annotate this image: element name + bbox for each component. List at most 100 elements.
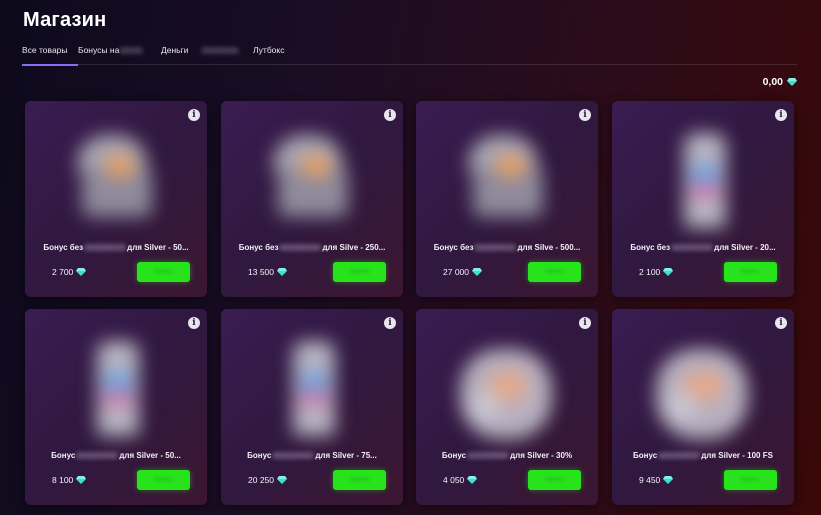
gem-icon <box>663 476 674 484</box>
gem-icon <box>467 476 478 484</box>
redacted-text <box>658 452 701 460</box>
product-price: 4 050 <box>443 475 478 485</box>
product-name-prefix: Бонус без <box>630 243 671 252</box>
buy-button-label: Купить <box>741 269 760 275</box>
redacted-text <box>474 244 517 252</box>
redacted-text <box>119 47 144 55</box>
redacted-text <box>467 452 510 460</box>
product-name-prefix: Бонус <box>51 451 76 460</box>
redacted-text <box>272 452 315 460</box>
buy-button-label: Купить <box>545 477 564 483</box>
product-name: Бонус для Silver - 100 FS <box>612 451 794 460</box>
product-price: 20 250 <box>248 475 287 485</box>
gem-icon <box>472 268 482 276</box>
product-name-suffix: для Silver - 50... <box>127 243 189 252</box>
product-card[interactable]: i Бонус без для Silve - 500... 27 000 Купить <box>416 101 598 297</box>
info-icon[interactable]: i <box>384 317 396 329</box>
product-price: 27 000 <box>443 267 482 277</box>
product-name: Бонус без для Silve - 500... <box>416 243 598 252</box>
tab-bonuses[interactable]: Бонусы на <box>78 40 161 65</box>
redacted-text <box>200 47 239 55</box>
tab-money[interactable]: Деньги <box>161 40 253 65</box>
product-image <box>654 123 750 231</box>
buy-button-label: Купить <box>545 269 564 275</box>
product-price: 13 500 <box>248 267 287 277</box>
gem-icon <box>277 476 287 484</box>
redacted-text <box>76 452 119 460</box>
info-icon[interactable]: i <box>188 317 200 329</box>
product-name: Бонус для Silver - 50... <box>25 451 207 460</box>
product-name: Бонус без для Silve - 250... <box>221 243 403 252</box>
product-price: 9 450 <box>639 475 674 485</box>
tab-all-items[interactable]: Все товары <box>22 40 78 66</box>
product-card[interactable]: i Бонус для Silver - 100 FS 9 450 Купить <box>612 309 794 505</box>
tab-label: Все товары <box>22 45 68 55</box>
price-value: 2 700 <box>52 267 74 277</box>
product-image <box>67 331 163 439</box>
product-image <box>263 123 359 231</box>
product-card[interactable]: i Бонус без для Silver - 20... 2 100 Купить <box>612 101 794 297</box>
product-name-prefix: Бонус без <box>433 243 474 252</box>
buy-button[interactable]: Купить <box>528 262 581 282</box>
tab-label: Деньги <box>161 45 189 55</box>
product-image <box>654 331 750 439</box>
redacted-text <box>671 244 714 252</box>
product-name-prefix: Бонус <box>441 451 467 460</box>
info-icon[interactable]: i <box>188 109 200 121</box>
product-name-prefix: Бонус без <box>238 243 279 252</box>
product-price: 8 100 <box>52 475 87 485</box>
buy-button[interactable]: Купить <box>137 262 190 282</box>
product-card[interactable]: i Бонус для Silver - 75... 20 250 Купить <box>221 309 403 505</box>
buy-button-label: Купить <box>350 477 369 483</box>
product-image <box>458 331 554 439</box>
tab-label: Бонусы на <box>78 45 120 55</box>
product-card[interactable]: i Бонус без для Silve - 250... 13 500 Купить <box>221 101 403 297</box>
gem-icon <box>663 268 674 276</box>
product-name-suffix: для Silver - 20... <box>714 243 776 252</box>
product-name-prefix: Бонус <box>247 451 272 460</box>
buy-button-label: Купить <box>154 269 173 275</box>
product-card[interactable]: i Бонус для Silver - 30% 4 050 Купить <box>416 309 598 505</box>
info-icon[interactable]: i <box>775 317 787 329</box>
buy-button[interactable]: Купить <box>528 470 581 490</box>
product-image <box>263 331 359 439</box>
info-icon[interactable]: i <box>775 109 787 121</box>
product-name-suffix: для Silve - 500... <box>517 243 581 252</box>
tab-label: Лутбокс <box>253 45 285 55</box>
page-title: Магазин <box>23 9 107 31</box>
buy-button[interactable]: Купить <box>724 262 777 282</box>
product-card[interactable]: i Бонус для Silver - 50... 8 100 Купить <box>25 309 207 505</box>
gem-icon <box>76 476 87 484</box>
redacted-text <box>279 244 322 252</box>
buy-button-label: Купить <box>741 477 760 483</box>
price-value: 20 250 <box>248 475 274 485</box>
product-name: Бонус без для Silver - 50... <box>25 243 207 252</box>
price-value: 2 100 <box>639 267 661 277</box>
product-name-suffix: для Silve - 250... <box>322 243 386 252</box>
buy-button-label: Купить <box>154 477 173 483</box>
product-card[interactable]: i Бонус без для Silver - 50... 2 700 Купить <box>25 101 207 297</box>
product-name: Бонус для Silver - 30% <box>416 451 598 460</box>
info-icon[interactable]: i <box>384 109 396 121</box>
product-name-suffix: для Silver - 30% <box>510 451 573 460</box>
info-icon[interactable]: i <box>579 109 591 121</box>
tab-lootbox[interactable]: Лутбокс <box>253 40 313 65</box>
gem-icon <box>787 78 797 86</box>
gem-icon <box>277 268 287 276</box>
product-name-prefix: Бонус без <box>43 243 84 252</box>
buy-button[interactable]: Купить <box>333 262 386 282</box>
price-value: 27 000 <box>443 267 469 277</box>
price-value: 8 100 <box>52 475 74 485</box>
product-name-suffix: для Silver - 75... <box>315 451 377 460</box>
price-value: 9 450 <box>639 475 661 485</box>
buy-button[interactable]: Купить <box>724 470 777 490</box>
buy-button[interactable]: Купить <box>333 470 386 490</box>
redacted-text <box>84 244 127 252</box>
price-value: 4 050 <box>443 475 465 485</box>
balance-value: 0,00 <box>762 76 783 88</box>
gem-icon <box>76 268 87 276</box>
info-icon[interactable]: i <box>579 317 591 329</box>
product-image <box>67 123 163 231</box>
buy-button[interactable]: Купить <box>137 470 190 490</box>
category-tabs: Все товары Бонусы на Деньги Лутбокс <box>22 40 797 66</box>
